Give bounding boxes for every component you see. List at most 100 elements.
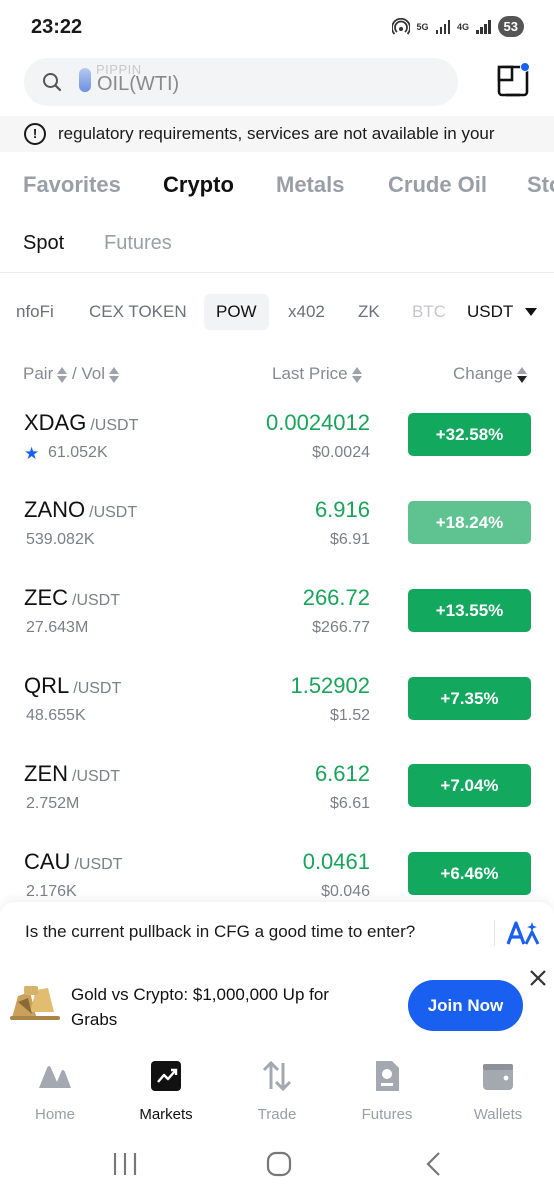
table-row[interactable]: ZANO/USDT 539.082K 6.916 $6.91 +18.24% xyxy=(0,497,554,585)
nav-label: Futures xyxy=(361,1106,413,1123)
fiat-price: $6.61 xyxy=(329,795,370,812)
pair-base: ZANO xyxy=(24,497,86,522)
tab-crypto[interactable]: Crypto xyxy=(163,172,234,198)
close-icon[interactable] xyxy=(528,968,548,988)
pair-name: CAU/USDT xyxy=(24,849,122,875)
tab-stocks[interactable]: Sto xyxy=(527,172,554,198)
pair-base: CAU xyxy=(24,849,71,874)
home-icon xyxy=(39,1066,71,1088)
info-icon: ! xyxy=(24,123,46,145)
last-price: 6.916 xyxy=(314,497,370,522)
pair-base: ZEC xyxy=(24,585,68,610)
recent-apps-icon[interactable] xyxy=(112,1150,138,1178)
nav-home[interactable]: Home xyxy=(10,1058,100,1123)
signal-icon-2 xyxy=(476,19,491,34)
fiat-price: $266.77 xyxy=(312,619,370,636)
nav-markets[interactable]: Markets xyxy=(121,1058,211,1123)
change-badge[interactable]: +7.04% xyxy=(408,764,531,807)
search-placeholder: OIL(WTI) xyxy=(97,73,180,95)
dropdown-arrow-icon xyxy=(525,308,538,316)
filter-fade xyxy=(440,290,460,332)
notification-dot xyxy=(520,62,530,72)
nav-wallets[interactable]: Wallets xyxy=(453,1058,543,1123)
pair-name: QRL/USDT xyxy=(24,673,121,699)
filter-cex-token[interactable]: CEX TOKEN xyxy=(89,294,187,330)
status-time: 23:22 xyxy=(31,16,83,38)
change-badge[interactable]: +13.55% xyxy=(408,589,531,632)
sort-icon xyxy=(109,366,120,384)
pair-name: ZEN/USDT xyxy=(24,761,120,787)
change-badge[interactable]: +7.35% xyxy=(408,677,531,720)
wallet-icon xyxy=(483,1064,513,1090)
search-icon xyxy=(43,73,62,92)
battery-icon: 53 xyxy=(497,16,524,37)
column-last-price-label: Last Price xyxy=(272,364,348,383)
status-bar: 23:22 5G 4G 53 xyxy=(0,0,554,56)
column-vol-label: Vol xyxy=(81,364,106,383)
trade-icon xyxy=(262,1060,292,1092)
fiat-price: $0.046 xyxy=(321,883,370,900)
separator xyxy=(494,920,495,946)
pair-quote: /USDT xyxy=(90,417,139,434)
quote-currency-label: USDT xyxy=(467,302,514,321)
last-price: 6.612 xyxy=(314,761,370,786)
home-button-icon[interactable] xyxy=(265,1150,293,1178)
regulatory-notice: ! regulatory requirements, services are … xyxy=(0,116,554,152)
table-row[interactable]: ZEN/USDT 2.752M 6.612 $6.61 +7.04% xyxy=(0,761,554,849)
change-badge[interactable]: +6.46% xyxy=(408,852,531,895)
nav-futures[interactable]: Futures xyxy=(342,1058,432,1123)
column-header-last-price[interactable]: Last Price xyxy=(272,364,362,384)
column-header-pair-vol[interactable]: Pair / Vol xyxy=(23,364,120,384)
column-pair-label: Pair xyxy=(23,364,54,383)
volume: 48.655K xyxy=(26,707,86,724)
table-row[interactable]: XDAG/USDT ★ 61.052K 0.0024012 $0.0024 +3… xyxy=(0,410,554,498)
filter-zk[interactable]: ZK xyxy=(358,294,380,330)
column-sep: / xyxy=(67,364,82,383)
change-badge[interactable]: +18.24% xyxy=(408,501,531,544)
tab-futures[interactable]: Futures xyxy=(104,232,172,255)
network-4g-label: 4G xyxy=(457,21,470,32)
pair-quote: /USDT xyxy=(89,504,138,521)
ai-prompt-bar[interactable]: Is the current pullback in CFG a good ti… xyxy=(0,902,554,964)
volume: 61.052K xyxy=(48,444,108,461)
back-icon[interactable] xyxy=(424,1150,444,1178)
pair-quote: /USDT xyxy=(72,768,120,785)
promo-image-icon xyxy=(10,986,60,1020)
futures-icon xyxy=(376,1061,399,1091)
table-row[interactable]: QRL/USDT 48.655K 1.52902 $1.52 +7.35% xyxy=(0,673,554,761)
tab-favorites[interactable]: Favorites xyxy=(23,172,121,198)
promo-banner[interactable]: Gold vs Crypto: $1,000,000 Up for Grabs … xyxy=(0,964,554,1046)
sort-desc-icon xyxy=(516,366,527,384)
search-suggestion-coin-icon xyxy=(79,68,91,92)
pair-name: ZEC/USDT xyxy=(24,585,120,611)
ai-prompt-text: Is the current pullback in CFG a good ti… xyxy=(25,922,416,941)
last-price: 266.72 xyxy=(302,585,370,610)
change-badge[interactable]: +32.58% xyxy=(408,413,531,456)
category-tabs: Favorites Crypto Metals Crude Oil Sto xyxy=(0,166,554,210)
quote-currency-select[interactable]: USDT xyxy=(460,290,538,332)
hotspot-icon xyxy=(391,17,410,35)
fiat-price: $0.0024 xyxy=(312,444,370,461)
tab-crude-oil[interactable]: Crude Oil xyxy=(388,172,487,198)
filter-pow[interactable]: POW xyxy=(204,294,269,330)
pair-quote: /USDT xyxy=(72,592,120,609)
table-row[interactable]: ZEC/USDT 27.643M 266.72 $266.77 +13.55% xyxy=(0,585,554,673)
join-now-button[interactable]: Join Now xyxy=(408,980,523,1031)
tab-metals[interactable]: Metals xyxy=(276,172,344,198)
sort-icon xyxy=(351,366,362,384)
nav-trade[interactable]: Trade xyxy=(232,1058,322,1123)
fiat-price: $1.52 xyxy=(329,707,370,724)
favorite-star-icon[interactable]: ★ xyxy=(24,444,39,464)
divider xyxy=(0,272,554,273)
nav-label: Markets xyxy=(139,1106,193,1123)
ai-assistant-icon[interactable] xyxy=(506,920,540,946)
filter-infofi[interactable]: nfoFi xyxy=(16,294,54,330)
pair-base: XDAG xyxy=(24,410,87,435)
filter-x402[interactable]: x402 xyxy=(288,294,325,330)
column-change-label: Change xyxy=(453,364,513,383)
column-header-change[interactable]: Change xyxy=(453,364,527,384)
volume: 539.082K xyxy=(26,531,95,548)
pair-quote: /USDT xyxy=(74,856,123,873)
tab-spot[interactable]: Spot xyxy=(23,232,64,255)
market-type-tabs: Spot Futures xyxy=(0,226,554,272)
